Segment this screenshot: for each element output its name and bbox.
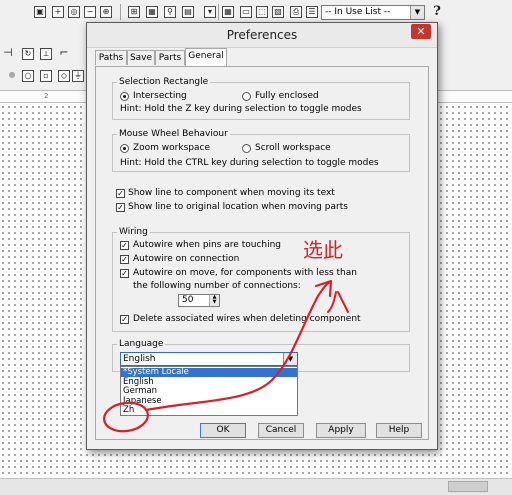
tab-general[interactable]: General bbox=[185, 48, 227, 66]
annotation-arrow-curve bbox=[144, 280, 332, 412]
annotation-circle bbox=[103, 401, 149, 433]
annotation-drawing bbox=[103, 279, 349, 433]
annotation-text: 选此 bbox=[303, 238, 343, 262]
annotation-stroke-right bbox=[337, 291, 349, 313]
